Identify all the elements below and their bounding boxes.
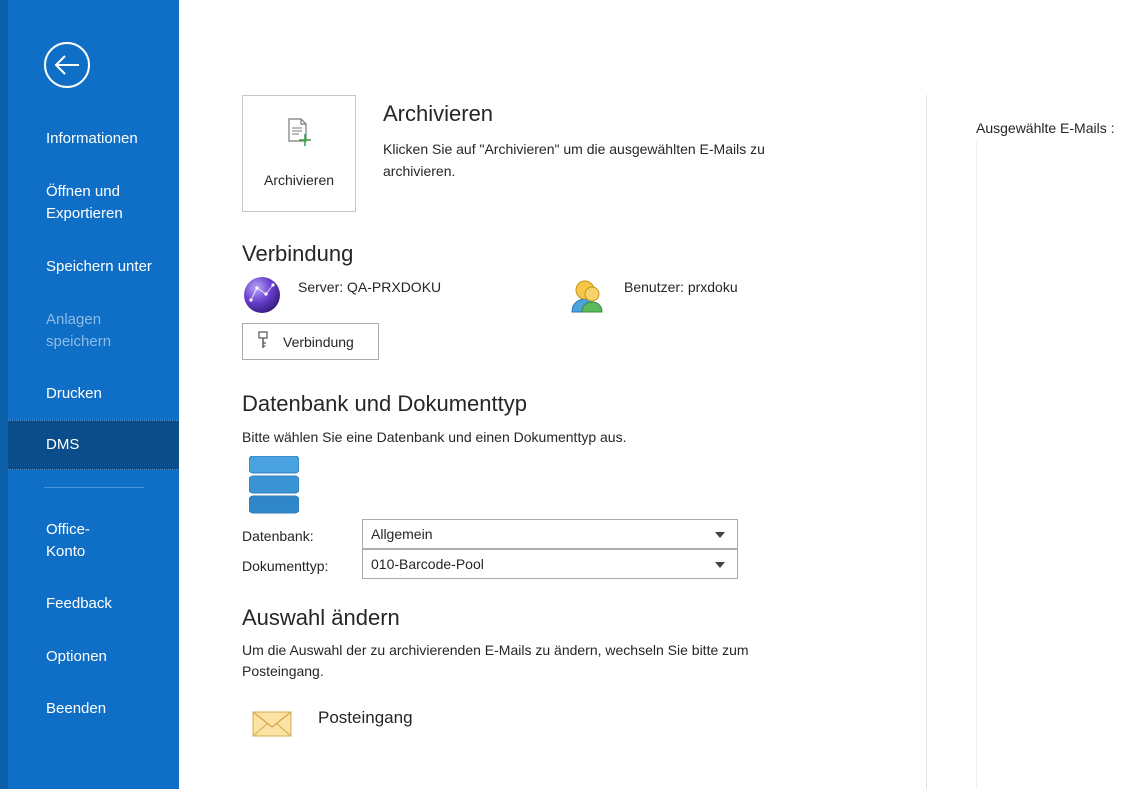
user-icon: [568, 276, 608, 316]
nav-label: speichern: [46, 333, 112, 350]
database-select-value: Allgemein: [371, 526, 433, 542]
nav-label: Konto: [46, 543, 86, 560]
database-select[interactable]: Allgemein: [362, 519, 738, 549]
nav-informationen[interactable]: Informationen: [8, 128, 179, 150]
nav-feedback[interactable]: Feedback: [8, 593, 179, 615]
chevron-down-icon: [715, 562, 725, 568]
archive-desc-line2: archivieren.: [383, 163, 456, 179]
doctype-select-value: 010-Barcode-Pool: [371, 556, 484, 572]
nav-label: Informationen: [46, 130, 138, 147]
sidebar-edge: [0, 0, 8, 789]
nav-anlagen-speichern: Anlagen speichern: [8, 309, 179, 353]
server-label: Server: QA-PRXDOKU: [298, 279, 442, 295]
nav-office-konto[interactable]: Office- Konto: [8, 519, 179, 563]
archive-heading: Archivieren: [383, 101, 494, 126]
selection-heading: Auswahl ändern: [242, 605, 400, 630]
connection-button[interactable]: Verbindung: [242, 323, 379, 360]
archive-document-add-icon: [287, 118, 313, 153]
nav-label: Office-: [46, 521, 90, 538]
database-label: Datenbank:: [242, 528, 314, 544]
server-globe-icon: [242, 274, 282, 314]
nav-optionen[interactable]: Optionen: [8, 646, 179, 668]
nav-oeffnen-exportieren[interactable]: Öffnen und Exportieren: [8, 181, 179, 225]
key-icon: [257, 331, 273, 352]
selection-desc-line1: Um die Auswahl der zu archivierenden E-M…: [242, 642, 749, 658]
vertical-divider: [926, 95, 927, 789]
database-heading: Datenbank und Dokumenttyp: [242, 391, 527, 416]
nav-label: Speichern unter: [46, 258, 152, 275]
archive-desc-line1: Klicken Sie auf "Archivieren" um die aus…: [383, 141, 765, 157]
database-icon: [248, 455, 300, 514]
user-label: Benutzer: prxdoku: [624, 279, 738, 295]
nav-label: Feedback: [46, 595, 112, 612]
selected-emails-label: Ausgewählte E-Mails :: [976, 120, 1115, 136]
chevron-down-icon: [715, 532, 725, 538]
envelope-icon[interactable]: [252, 707, 292, 739]
database-desc: Bitte wählen Sie eine Datenbank und eine…: [242, 429, 627, 445]
selection-desc-line2: Posteingang.: [242, 663, 324, 679]
nav-label: Optionen: [46, 648, 107, 665]
archive-tile-label: Archivieren: [263, 172, 335, 188]
nav-separator: [44, 487, 144, 488]
nav-beenden[interactable]: Beenden: [8, 698, 179, 720]
selected-emails-list[interactable]: [976, 142, 1134, 789]
nav-label: Beenden: [46, 700, 107, 717]
connection-heading: Verbindung: [242, 241, 354, 266]
nav-label: Öffnen und: [46, 183, 120, 200]
nav-speichern-unter[interactable]: Speichern unter: [8, 256, 179, 278]
inbox-link[interactable]: Posteingang: [318, 708, 413, 728]
backstage-sidebar: Informationen Öffnen und Exportieren Spe…: [0, 0, 179, 789]
doctype-label: Dokumenttyp:: [242, 558, 329, 574]
nav-label: Drucken: [46, 385, 102, 402]
nav-label: DMS: [46, 436, 80, 453]
nav-label: Exportieren: [46, 205, 123, 222]
nav-drucken[interactable]: Drucken: [8, 383, 179, 405]
dms-main-panel: Archivieren Archivieren Klicken Sie auf …: [179, 0, 1134, 789]
back-arrow-circle-icon[interactable]: [42, 40, 92, 90]
doctype-select[interactable]: 010-Barcode-Pool: [362, 549, 738, 579]
archive-button[interactable]: Archivieren: [242, 95, 356, 212]
nav-label: Anlagen: [46, 311, 102, 328]
nav-dms[interactable]: DMS: [8, 420, 179, 470]
connection-button-label: Verbindung: [283, 333, 354, 350]
